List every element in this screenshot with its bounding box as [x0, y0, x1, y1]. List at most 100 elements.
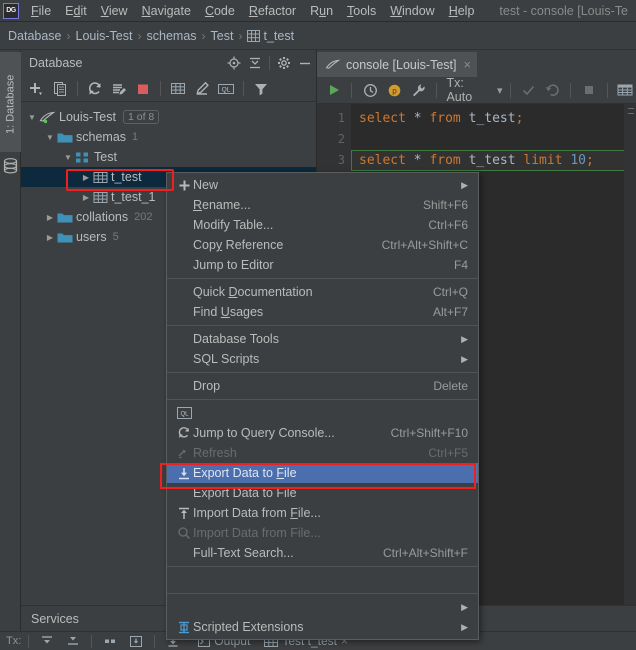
menu-refactor[interactable]: Refactor [242, 2, 303, 20]
expand-all-icon[interactable] [36, 632, 58, 650]
breadcrumb-item-table[interactable]: t_test [263, 29, 294, 43]
search-magnifier-icon [175, 526, 193, 540]
chevron-right-icon[interactable]: ▶ [43, 233, 57, 242]
menu-item-find-usages[interactable]: Find Usages Alt+F7 [167, 302, 478, 322]
chevron-right-icon[interactable]: ▶ [43, 213, 57, 222]
run-play-icon[interactable] [323, 79, 344, 101]
menu-item-drop[interactable]: Drop Delete [167, 376, 478, 396]
data-grid-icon[interactable] [615, 79, 636, 101]
menu-window[interactable]: Window [383, 2, 441, 20]
panel-header-icons [227, 50, 312, 76]
collapse-all-icon[interactable] [248, 56, 262, 70]
menu-item-shortcut: Delete [433, 379, 468, 393]
close-icon[interactable]: × [463, 57, 471, 72]
menu-item-label: Find Usages [193, 305, 264, 319]
divider [243, 81, 244, 96]
menu-navigate[interactable]: Navigate [135, 2, 198, 20]
menu-item-label: Drop [193, 379, 221, 393]
duplicate-icon[interactable] [49, 78, 71, 100]
menu-item-export-data-to-file[interactable]: Export Data to File [167, 463, 478, 483]
divider [269, 56, 270, 70]
tree-label: Test [94, 150, 117, 164]
tree-label: t_test_1 [111, 190, 156, 204]
menu-item-import-data-from-file[interactable]: Import Data from File... [167, 503, 478, 523]
breadcrumb-item-schemas[interactable]: schemas [147, 29, 197, 43]
tool-window-tab-database[interactable]: 1: Database [0, 52, 21, 152]
tx-mode-label[interactable]: Tx: Auto [446, 76, 491, 104]
menu-item-jump-to-editor[interactable]: Jump to Editor F4 [167, 255, 478, 275]
menu-item-scripted-extensions[interactable]: ▶ [167, 597, 478, 617]
tree-node-schemas[interactable]: ▼ schemas 1 [21, 127, 316, 147]
editor-scrollbar[interactable] [624, 104, 636, 605]
menu-tools[interactable]: Tools [340, 2, 383, 20]
locate-icon[interactable] [227, 56, 241, 70]
menu-view[interactable]: View [94, 2, 135, 20]
menu-item-color-settings[interactable] [167, 570, 478, 590]
breadcrumb-separator: › [137, 28, 142, 43]
folder-icon [57, 211, 73, 224]
wrench-icon[interactable] [408, 79, 429, 101]
menu-item-diagrams[interactable]: Scripted Extensions ▶ [167, 617, 478, 637]
editor-tab-console[interactable]: console [Louis-Test] × [317, 52, 478, 77]
menu-edit[interactable]: Edit [58, 2, 94, 20]
menu-item-rename[interactable]: Rename... Shift+F6 [167, 195, 478, 215]
breadcrumb-item-schema[interactable]: Test [211, 29, 234, 43]
menu-run[interactable]: Run [303, 2, 340, 20]
menu-item-label: Jump to Editor [193, 258, 274, 272]
table-grid-icon[interactable] [167, 78, 189, 100]
datasource-icon [325, 58, 341, 71]
menu-code[interactable]: Code [198, 2, 242, 20]
sync-edit-icon[interactable] [108, 78, 130, 100]
menu-item-shortcut: Ctrl+Q [432, 285, 468, 299]
hide-minimize-icon[interactable] [298, 56, 312, 70]
history-clock-icon[interactable] [359, 79, 380, 101]
menu-item-label: Copy Reference [193, 238, 284, 252]
divider [509, 82, 511, 98]
breadcrumb-item-datasource[interactable]: Louis-Test [76, 29, 133, 43]
filter-icon[interactable] [250, 78, 272, 100]
services-label[interactable]: Services [31, 612, 79, 626]
folder-icon [57, 231, 73, 244]
chevron-down-icon[interactable]: ▼ [61, 153, 75, 162]
menu-item-export-with-mysqldump[interactable]: Export Data to File [167, 483, 478, 503]
menu-item-refresh[interactable]: Jump to Query Console... Ctrl+Shift+F10 [167, 423, 478, 443]
edit-pencil-icon[interactable] [191, 78, 213, 100]
query-console-icon[interactable]: QL [215, 78, 237, 100]
tx-label[interactable]: Tx: [6, 635, 21, 647]
menu-item-copy-table-to[interactable]: Full-Text Search... Ctrl+Alt+Shift+F [167, 543, 478, 563]
menu-item-new[interactable]: New ▶ [167, 175, 478, 195]
chevron-right-icon: ▶ [461, 621, 468, 632]
tree-label: collations [76, 210, 129, 224]
menu-item-copy-reference[interactable]: Copy Reference Ctrl+Alt+Shift+C [167, 235, 478, 255]
tree-node-louis-test[interactable]: ▼ Louis-Test 1 of 8 [21, 107, 316, 127]
menu-help[interactable]: Help [442, 2, 482, 20]
code-line-3[interactable]: select * from t_test limit 10; [351, 150, 636, 171]
menu-item-jump-to-query-console[interactable]: QL [167, 403, 478, 423]
tree-node-test-schema[interactable]: ▼ Test [21, 147, 316, 167]
menu-item-modify-table[interactable]: Modify Table... Ctrl+F6 [167, 215, 478, 235]
breadcrumb-item-database[interactable]: Database [8, 29, 62, 43]
compare-panes-icon[interactable] [99, 632, 121, 650]
chevron-down-icon[interactable]: ▼ [25, 113, 39, 122]
parameters-icon[interactable]: p [384, 79, 405, 101]
collapse-all-icon[interactable] [62, 632, 84, 650]
code-line-1[interactable]: select * from t_test; [351, 108, 636, 129]
menu-item-database-tools[interactable]: Database Tools ▶ [167, 329, 478, 349]
database-toolbar: QL [21, 76, 316, 102]
plus-icon [175, 179, 193, 192]
settings-gear-icon[interactable] [277, 56, 291, 70]
refresh-icon[interactable] [84, 78, 106, 100]
menu-item-sql-scripts[interactable]: SQL Scripts ▶ [167, 349, 478, 369]
add-plus-icon[interactable] [25, 78, 47, 100]
code-line-2[interactable] [351, 129, 636, 150]
chevron-right-icon[interactable]: ▶ [79, 193, 93, 202]
table-icon [247, 29, 261, 42]
chevron-right-icon[interactable]: ▶ [79, 173, 93, 182]
export-box-icon[interactable] [125, 632, 147, 650]
stop-red-icon[interactable] [132, 78, 154, 100]
menu-item-label: Full-Text Search... [193, 546, 294, 560]
menu-item-quick-documentation[interactable]: Quick Documentation Ctrl+Q [167, 282, 478, 302]
chevron-down-icon[interactable]: ▼ [43, 133, 57, 142]
chevron-down-icon[interactable]: ▾ [497, 84, 503, 97]
menu-file[interactable]: File [24, 2, 58, 20]
